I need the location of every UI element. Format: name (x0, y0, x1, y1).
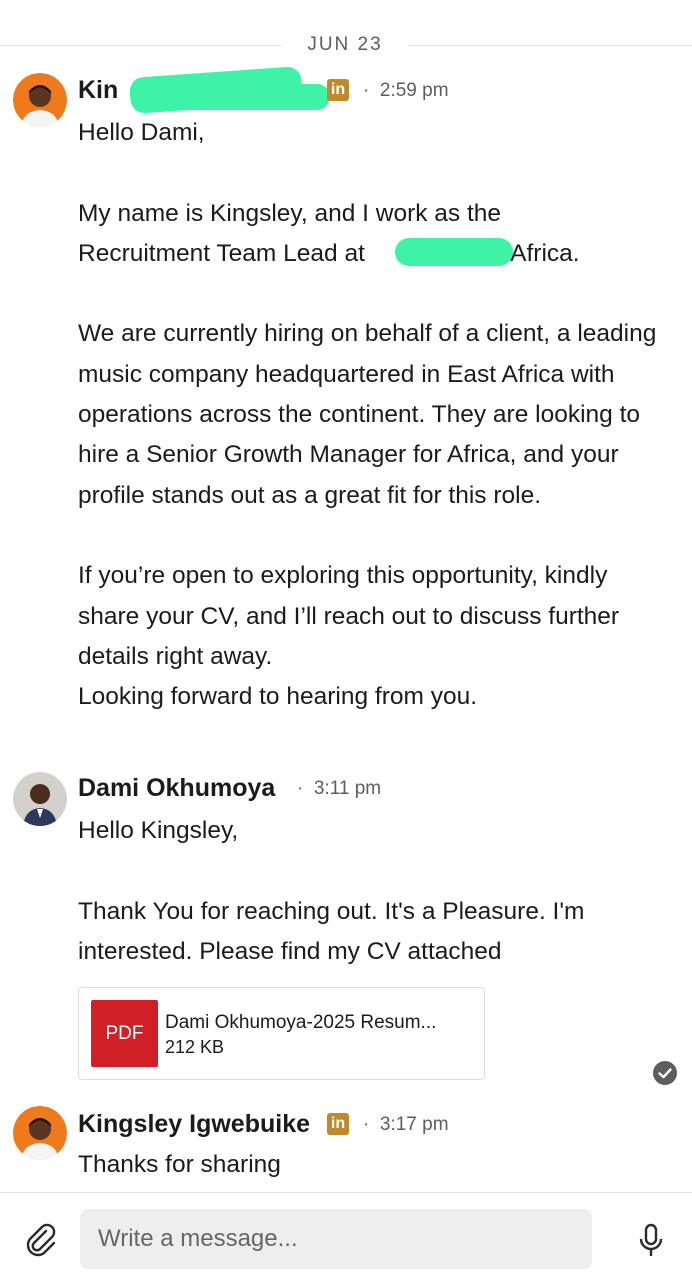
attachment-card[interactable]: PDF Dami Okhumoya-2025 Resum... 212 KB (78, 987, 485, 1080)
greeting: Hello Kingsley, (78, 817, 239, 844)
intro-text: Recruitment Team Lead at (78, 239, 365, 267)
check-circle-icon (653, 1061, 677, 1085)
avatar-kingsley[interactable] (13, 73, 67, 127)
linkedin-icon: in (327, 79, 349, 101)
avatar-kingsley[interactable] (13, 1106, 67, 1160)
message-body: Hello Dami, My name is Kingsley, and I w… (78, 113, 668, 717)
greeting: Hello Dami, (78, 119, 205, 146)
intro-line: Recruitment Team Lead at er Africa. (78, 234, 668, 274)
message-time: · 2:59 pm (363, 80, 449, 101)
paragraph: If you’re open to exploring this opportu… (78, 562, 620, 670)
message-body: Thanks for sharing (78, 1145, 668, 1185)
pdf-icon: PDF (91, 1000, 158, 1067)
message-time: · 3:11 pm (297, 778, 382, 799)
message-time: · 3:17 pm (363, 1114, 449, 1135)
redacted-company (395, 238, 513, 266)
divider (408, 45, 692, 46)
attachment-file-size: 212 KB (165, 1037, 225, 1057)
avatar-dami[interactable] (13, 772, 67, 826)
paragraph: Thank You for reaching out. It's a Pleas… (78, 897, 585, 965)
attachment-file-name: Dami Okhumoya-2025 Resum... (165, 1012, 437, 1033)
time-text: 3:17 pm (379, 1114, 449, 1135)
message-text: Thanks for sharing (78, 1151, 281, 1178)
message-input[interactable] (80, 1209, 592, 1269)
intro-line: My name is Kingsley, and I work as the (78, 199, 502, 227)
message-composer (0, 1192, 692, 1281)
paperclip-icon[interactable] (22, 1221, 58, 1257)
microphone-icon[interactable] (638, 1223, 664, 1259)
sender-name[interactable]: Kin (78, 76, 118, 105)
redacted-name (170, 84, 330, 110)
date-separator: JUN 23 (0, 28, 692, 64)
message-body: Hello Kingsley, Thank You for reaching o… (78, 811, 668, 972)
date-label: JUN 23 (307, 34, 383, 55)
sender-name[interactable]: Kingsley Igwebuike (78, 1110, 310, 1139)
linkedin-icon: in (327, 1113, 349, 1135)
sender-name[interactable]: Dami Okhumoya (78, 774, 275, 803)
time-text: 2:59 pm (379, 80, 449, 101)
paragraph: Looking forward to hearing from you. (78, 683, 478, 711)
time-text: 3:11 pm (313, 778, 382, 799)
paragraph: We are currently hiring on behalf of a c… (78, 320, 657, 509)
divider (0, 45, 282, 46)
